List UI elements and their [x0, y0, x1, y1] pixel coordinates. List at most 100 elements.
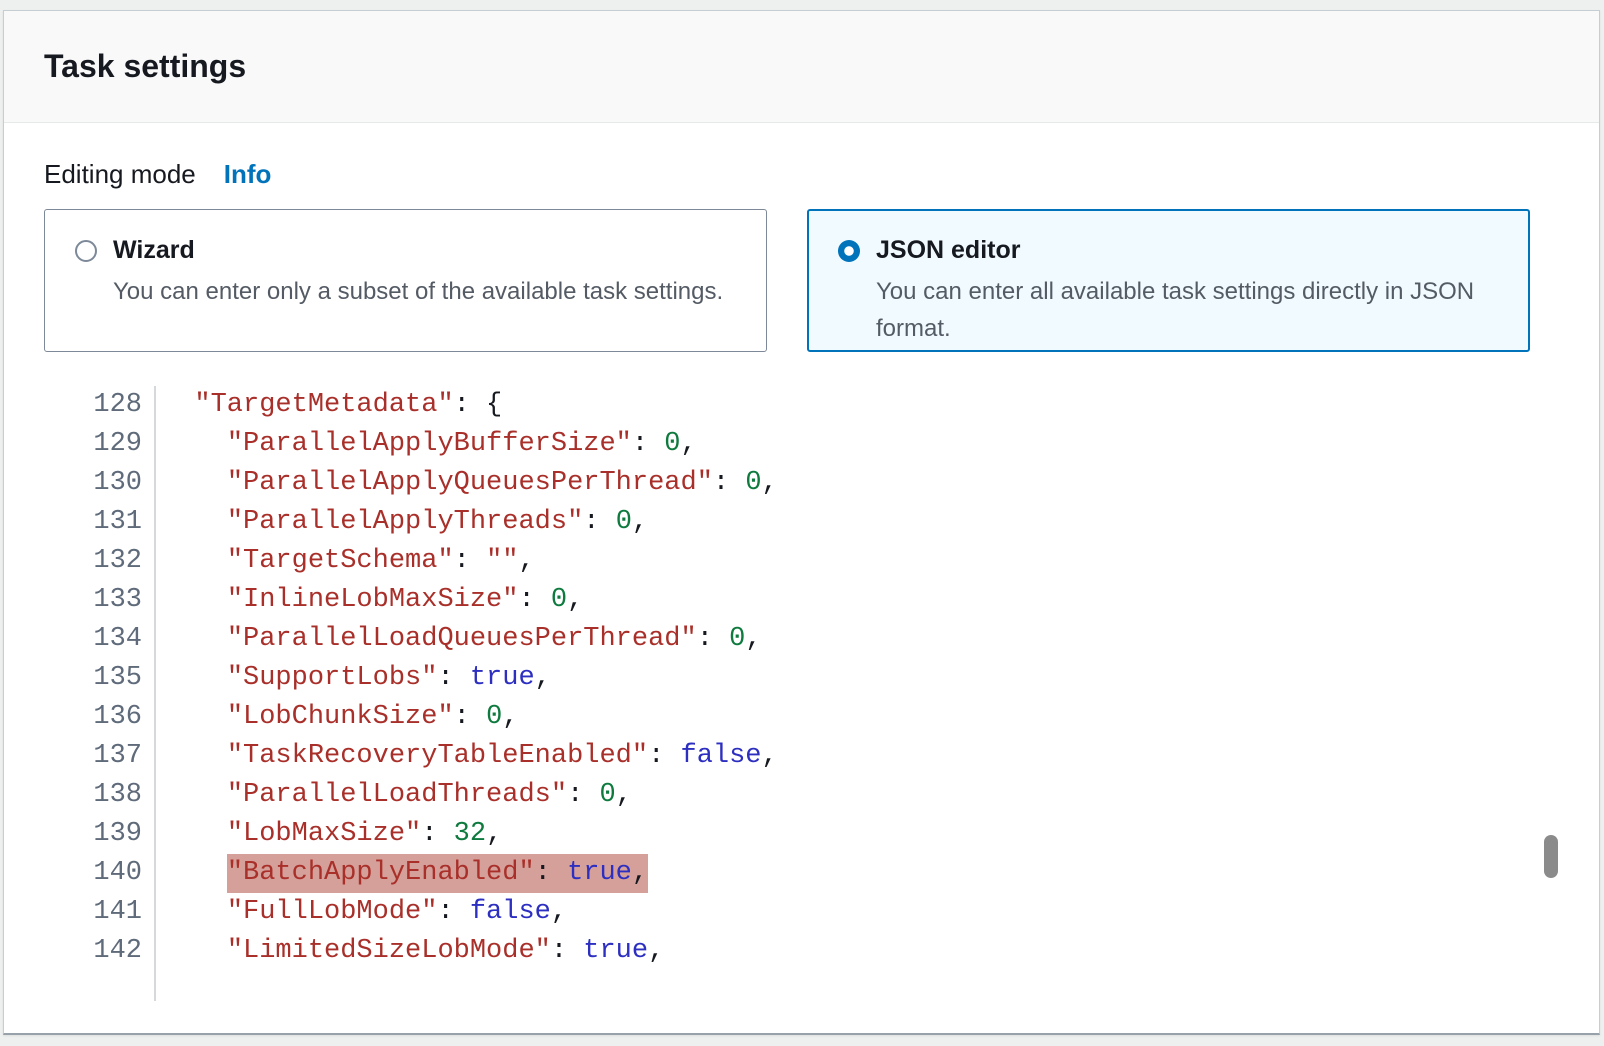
editor-scrollbar-thumb[interactable] — [1544, 835, 1558, 878]
code-line: 138 "ParallelLoadThreads": 0, — [44, 776, 1599, 815]
task-settings-panel: Task settings Editing mode Info Wizard Y… — [3, 10, 1600, 1035]
code-token: , — [745, 624, 761, 654]
code-line-text[interactable]: "ParallelLoadThreads": 0, — [156, 776, 632, 815]
code-token: : — [535, 858, 567, 888]
code-line-text[interactable]: "TargetMetadata": { — [156, 386, 502, 425]
code-line-text[interactable]: "LimitedSizeLobMode": true, — [156, 932, 664, 971]
code-line-text[interactable]: "FullLobMode": false, — [156, 893, 567, 932]
code-token: "ParallelApplyBufferSize" — [227, 429, 632, 459]
code-token: , — [551, 897, 567, 927]
code-line: 134 "ParallelLoadQueuesPerThread": 0, — [44, 620, 1599, 659]
code-token: true — [470, 663, 535, 693]
json-editor-option-tile[interactable]: JSON editor You can enter all available … — [807, 209, 1530, 352]
code-token: 0 — [616, 507, 632, 537]
code-line-text[interactable]: "InlineLobMaxSize": 0, — [156, 581, 583, 620]
code-token: "" — [486, 546, 518, 576]
code-token: "LobMaxSize" — [227, 819, 421, 849]
code-token: : { — [454, 390, 503, 420]
code-token: "SupportLobs" — [227, 663, 438, 693]
line-number: 135 — [44, 659, 156, 698]
editing-mode-label: Editing mode — [44, 157, 196, 191]
code-token: 0 — [551, 585, 567, 615]
code-line: 137 "TaskRecoveryTableEnabled": false, — [44, 737, 1599, 776]
code-line: 129 "ParallelApplyBufferSize": 0, — [44, 425, 1599, 464]
code-token: : — [648, 741, 680, 771]
code-token: , — [762, 741, 778, 771]
code-token: "ParallelApplyQueuesPerThread" — [227, 468, 713, 498]
code-token: , — [518, 546, 534, 576]
code-token: : — [697, 624, 729, 654]
code-line-text[interactable]: "TaskRecoveryTableEnabled": false, — [156, 737, 778, 776]
line-number: 131 — [44, 503, 156, 542]
json-editor-option-title: JSON editor — [876, 236, 1020, 265]
code-token: , — [632, 507, 648, 537]
code-line: 141 "FullLobMode": false, — [44, 893, 1599, 932]
code-token: "ParallelLoadQueuesPerThread" — [227, 624, 697, 654]
code-token: "TaskRecoveryTableEnabled" — [227, 741, 648, 771]
wizard-option-description: You can enter only a subset of the avail… — [113, 273, 736, 310]
editing-mode-options: Wizard You can enter only a subset of th… — [44, 209, 1599, 352]
code-token: "TargetMetadata" — [194, 390, 453, 420]
code-token: : — [437, 663, 469, 693]
code-line-text[interactable]: "LobChunkSize": 0, — [156, 698, 518, 737]
code-token: : — [567, 780, 599, 810]
code-token: 0 — [599, 780, 615, 810]
code-token: , — [632, 858, 648, 888]
line-number: 140 — [44, 854, 156, 893]
code-token: false — [681, 741, 762, 771]
code-line-text[interactable]: "TargetSchema": "", — [156, 542, 535, 581]
json-editor-option-header: JSON editor — [838, 236, 1499, 265]
code-token: , — [616, 780, 632, 810]
code-line: 140 "BatchApplyEnabled": true, — [44, 854, 1599, 893]
wizard-radio[interactable] — [75, 240, 97, 262]
code-token: , — [502, 702, 518, 732]
code-token: 0 — [486, 702, 502, 732]
line-number: 137 — [44, 737, 156, 776]
line-number: 134 — [44, 620, 156, 659]
code-token: "ParallelApplyThreads" — [227, 507, 583, 537]
code-token: , — [648, 936, 664, 966]
code-token: , — [535, 663, 551, 693]
line-number — [44, 971, 156, 1001]
page-title: Task settings — [44, 48, 246, 85]
code-line-text[interactable]: "SupportLobs": true, — [156, 659, 551, 698]
code-token: "TargetSchema" — [227, 546, 454, 576]
code-line-text[interactable]: "ParallelApplyQueuesPerThread": 0, — [156, 464, 778, 503]
code-token: : — [454, 546, 486, 576]
line-number: 133 — [44, 581, 156, 620]
line-number: 128 — [44, 386, 156, 425]
code-line-text[interactable]: "ParallelLoadQueuesPerThread": 0, — [156, 620, 762, 659]
code-line: 142 "LimitedSizeLobMode": true, — [44, 932, 1599, 971]
code-token: : — [551, 936, 583, 966]
line-number: 136 — [44, 698, 156, 737]
panel-body: Editing mode Info Wizard You can enter o… — [4, 123, 1599, 1001]
code-line-text[interactable]: "BatchApplyEnabled": true, — [156, 854, 648, 893]
code-line: 133 "InlineLobMaxSize": 0, — [44, 581, 1599, 620]
line-number: 138 — [44, 776, 156, 815]
code-token: : — [518, 585, 550, 615]
code-line-text[interactable]: "LobMaxSize": 32, — [156, 815, 502, 854]
code-token: : — [632, 429, 664, 459]
line-number: 129 — [44, 425, 156, 464]
code-token: 0 — [664, 429, 680, 459]
code-line-text[interactable]: "ParallelApplyThreads": 0, — [156, 503, 648, 542]
editing-mode-row: Editing mode Info — [44, 157, 1599, 191]
code-token: true — [567, 858, 632, 888]
code-token: : — [421, 819, 453, 849]
line-number: 142 — [44, 932, 156, 971]
wizard-option-tile[interactable]: Wizard You can enter only a subset of th… — [44, 209, 767, 352]
code-token: 0 — [745, 468, 761, 498]
code-line-text[interactable]: "ParallelApplyBufferSize": 0, — [156, 425, 697, 464]
json-editor-radio[interactable] — [838, 240, 860, 262]
code-token: 32 — [454, 819, 486, 849]
code-token: , — [486, 819, 502, 849]
code-token: "ParallelLoadThreads" — [227, 780, 567, 810]
line-number: 139 — [44, 815, 156, 854]
code-token: "LobChunkSize" — [227, 702, 454, 732]
panel-header: Task settings — [4, 11, 1599, 123]
code-token: "FullLobMode" — [227, 897, 438, 927]
json-code-editor[interactable]: 128 "TargetMetadata": {129 "ParallelAppl… — [44, 386, 1599, 1001]
info-link[interactable]: Info — [224, 157, 272, 191]
code-token: 0 — [729, 624, 745, 654]
line-number: 141 — [44, 893, 156, 932]
